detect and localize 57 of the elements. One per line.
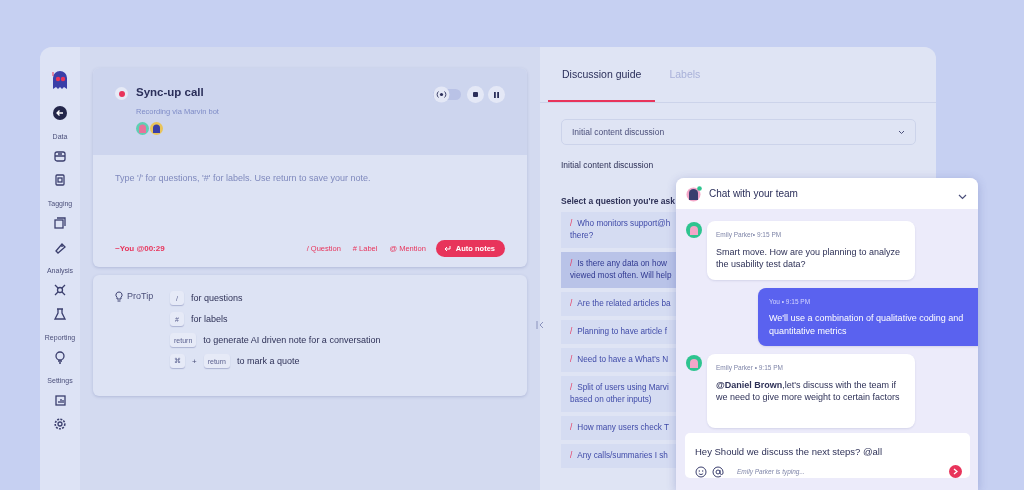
broadcast-toggle[interactable] xyxy=(433,86,461,103)
tip-text: to mark a quote xyxy=(236,356,300,366)
question-item[interactable]: / Split of users using Marvi based on other inputs) xyxy=(561,376,676,412)
back-arrow-icon xyxy=(53,106,67,120)
emoji-button[interactable] xyxy=(695,465,707,478)
question-prompt: Select a question you're ask xyxy=(561,196,676,206)
lightbulb-icon xyxy=(115,291,123,302)
user-avatar xyxy=(686,355,702,371)
topic-dropdown[interactable]: Initial content discussion xyxy=(561,119,916,145)
message-input[interactable]: Hey Should we discuss the next steps? @all xyxy=(695,446,962,457)
pause-icon xyxy=(494,91,499,98)
collapse-handle-icon[interactable] xyxy=(535,319,545,331)
plus-sign: + xyxy=(192,356,197,366)
chevron-down-icon xyxy=(898,129,905,135)
user-avatar xyxy=(686,222,702,238)
message-text: We'll use a combination of qualitative coding and quantitative metrics xyxy=(769,312,965,337)
return-icon xyxy=(443,245,451,252)
question-item[interactable]: / Need to have a What's N xyxy=(561,348,676,372)
chat-title: Chat with your team xyxy=(709,188,799,199)
stop-icon xyxy=(473,92,478,97)
send-button[interactable] xyxy=(949,465,962,478)
team-avatar xyxy=(686,185,702,202)
question-item[interactable]: / Who monitors support@h there? xyxy=(561,212,676,248)
note-author-time: ~You @00:29 xyxy=(115,244,166,253)
note-input-field[interactable]: Type '/' for questions, '#' for labels. Use return to save your note. xyxy=(115,173,505,183)
lightbulb-icon xyxy=(53,350,67,364)
tip-text: for labels xyxy=(191,314,228,324)
network-icon xyxy=(53,283,67,297)
avatar xyxy=(150,122,163,135)
settings-icon xyxy=(53,417,67,431)
chart-icon xyxy=(53,393,67,407)
question-item[interactable]: / How many users check T xyxy=(561,416,676,440)
pause-button[interactable] xyxy=(488,86,505,103)
section-title: Initial content discussion xyxy=(561,160,655,170)
tip-text: to generate AI driven note for a conversation xyxy=(203,335,381,345)
stop-button[interactable] xyxy=(467,86,484,103)
message-text: Smart move. How are you planning to analyze the usability test data? xyxy=(716,245,902,271)
question-item[interactable]: / Are the related articles ba xyxy=(561,292,676,316)
avatar xyxy=(136,122,149,135)
logo-icon xyxy=(50,69,70,91)
broadcast-icon xyxy=(433,86,461,103)
protip-label: ProTip xyxy=(127,291,154,301)
question-item[interactable]: / Is there any data on how viewed most often. Will help xyxy=(561,252,676,288)
back-button[interactable] xyxy=(50,103,70,123)
chevron-down-icon xyxy=(957,193,967,200)
tip-text: for questions xyxy=(191,293,243,303)
message-text: @Daniel Brown,let's discuss with the team if we need to give more weight to certain factors xyxy=(716,378,901,404)
smiley-icon xyxy=(695,465,707,478)
question-item[interactable]: / Any calls/summaries I sh xyxy=(561,444,676,468)
tab[interactable]: Discussion guide xyxy=(548,47,656,102)
question-item[interactable]: / Planning to have article f xyxy=(561,320,676,344)
notes-icon xyxy=(53,216,67,230)
document-icon xyxy=(53,173,67,187)
mention-button[interactable] xyxy=(712,465,724,478)
at-sign-icon xyxy=(712,465,724,478)
flask-icon xyxy=(53,307,67,321)
call-title: Sync-up call xyxy=(136,86,205,98)
